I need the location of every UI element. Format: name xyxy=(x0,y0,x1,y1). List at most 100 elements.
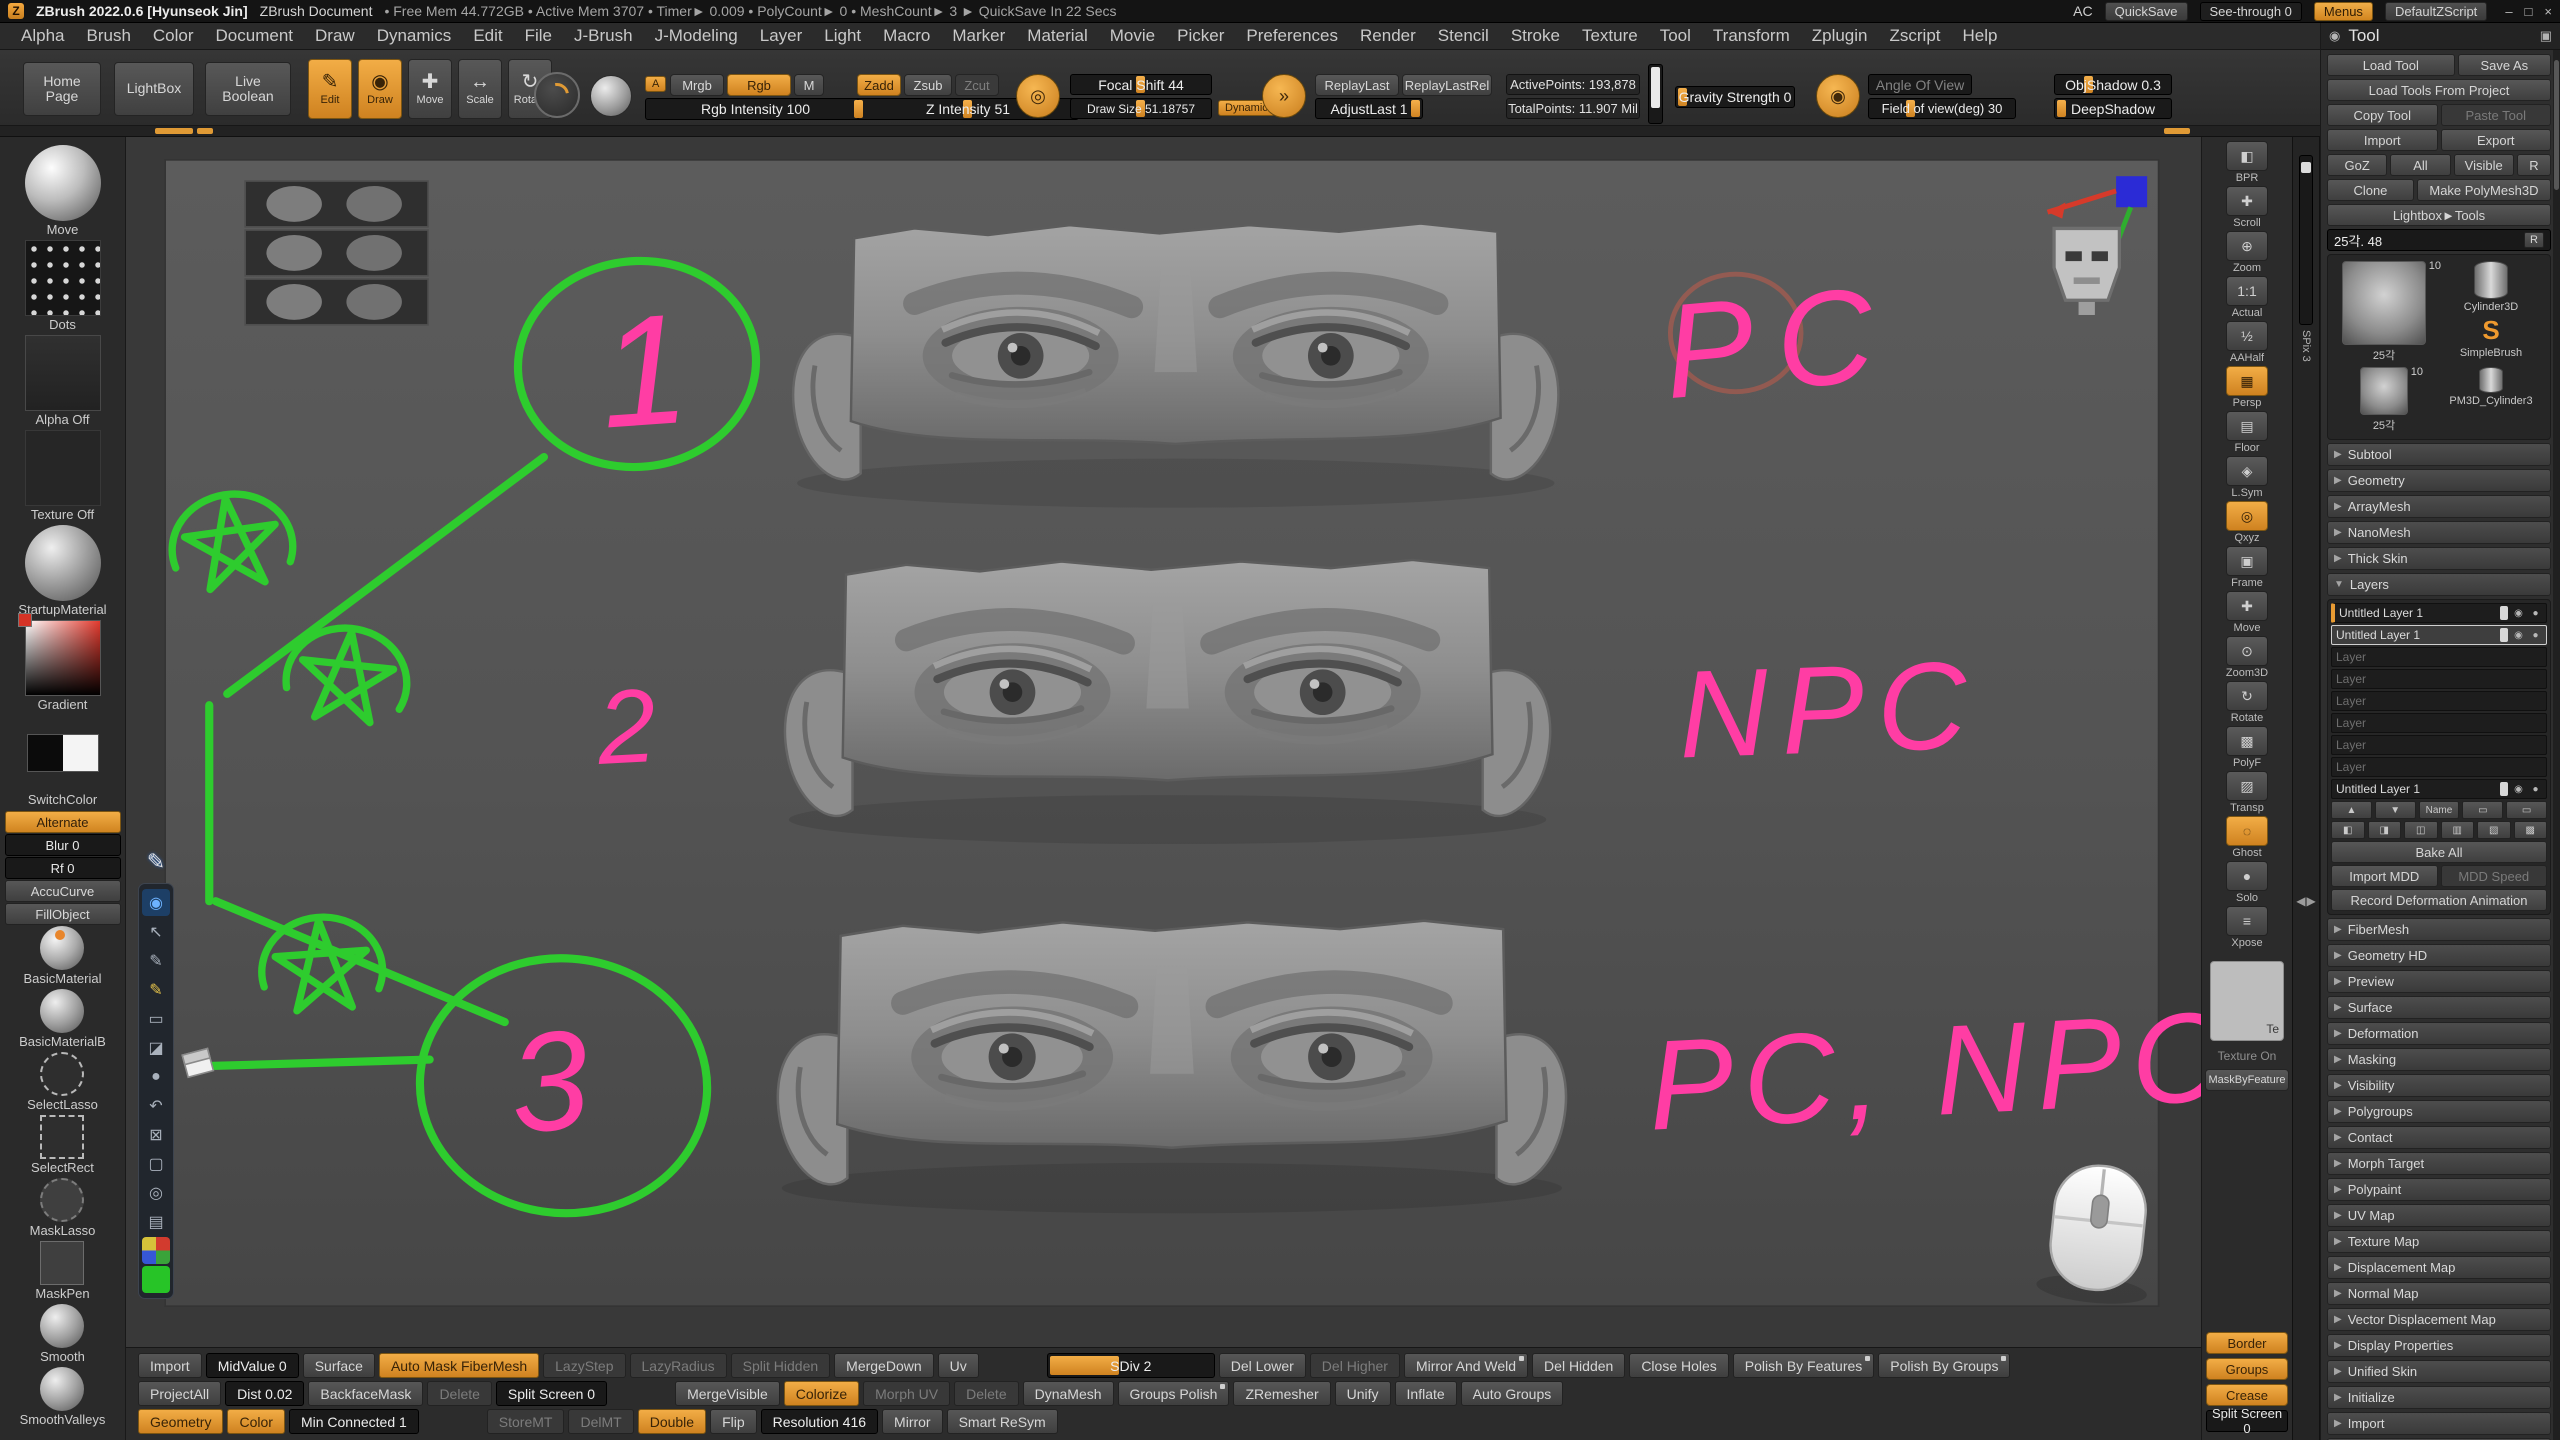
layer-row[interactable]: Layer ◉ ● xyxy=(2331,647,2547,667)
right-shelf-button[interactable]: 1:1 Actual xyxy=(2226,276,2268,319)
record-deformation-button[interactable]: Record Deformation Animation xyxy=(2331,889,2547,911)
m-button[interactable]: M xyxy=(794,74,824,96)
shelf-button[interactable]: Color xyxy=(227,1409,284,1434)
shelf-button[interactable]: Double xyxy=(638,1409,706,1434)
menu-item[interactable]: Material xyxy=(1016,26,1098,46)
maximize-button[interactable]: □ xyxy=(2525,4,2533,19)
shelf-button[interactable]: Mirror xyxy=(882,1409,943,1434)
right-shelf-button[interactable]: ▨ Transp xyxy=(2226,771,2268,814)
annotation-tool-icon[interactable]: ✎ xyxy=(142,976,170,1003)
right-shelf-button[interactable]: ▦ Persp xyxy=(2226,366,2268,409)
thumb-icon[interactable] xyxy=(40,1052,84,1096)
goz-all-button[interactable]: All xyxy=(2390,154,2450,176)
menu-item[interactable]: Brush xyxy=(75,26,141,46)
tray-button[interactable]: Border xyxy=(2206,1332,2288,1354)
layer-row[interactable]: Layer ◉ ● xyxy=(2331,757,2547,777)
right-shelf-button[interactable]: ✚ Move xyxy=(2226,591,2268,634)
tray-button[interactable]: Split Screen 0 xyxy=(2206,1410,2288,1432)
replay-last-button[interactable]: ReplayLast xyxy=(1315,74,1399,96)
copy-tool-button[interactable]: Copy Tool xyxy=(2327,104,2438,126)
annotation-tool-icon[interactable]: ◎ xyxy=(142,1179,170,1206)
tool-section-header[interactable]: ▶Thick Skin xyxy=(2327,547,2551,570)
left-shelf-item[interactable]: SelectRect xyxy=(19,1115,106,1175)
layer-record-icon[interactable]: ● xyxy=(2529,630,2542,641)
goz-visible-button[interactable]: Visible xyxy=(2454,154,2514,176)
minimize-button[interactable]: – xyxy=(2505,4,2512,19)
annotation-tool-icon[interactable] xyxy=(142,1266,170,1293)
layer-row[interactable]: Untitled Layer 1 ◉ ● xyxy=(2331,603,2547,623)
active-tool-slot[interactable]: 10 25각 xyxy=(2334,261,2434,363)
tray-button[interactable]: Crease xyxy=(2206,1384,2288,1406)
menu-item[interactable]: Alpha xyxy=(10,26,75,46)
right-shelf-button[interactable]: ⊕ Zoom xyxy=(2226,231,2268,274)
annotation-tool-icon[interactable]: ⊠ xyxy=(142,1121,170,1148)
rgb-intensity-slider[interactable]: Rgb Intensity 100 xyxy=(645,98,866,120)
current-tool-name-slider[interactable]: 25각. 48 R xyxy=(2327,229,2551,251)
shelf-button[interactable]: Close Holes xyxy=(1629,1353,1728,1378)
collapse-left-icon[interactable]: ◀ xyxy=(2296,894,2305,908)
menu-item[interactable]: Light xyxy=(813,26,872,46)
layer-control-button[interactable]: ◧ xyxy=(2331,821,2365,839)
menu-item[interactable]: Stroke xyxy=(1500,26,1571,46)
left-shelf-item[interactable]: BasicMaterial xyxy=(19,926,106,986)
layer-control-button[interactable]: ▼ xyxy=(2375,801,2416,819)
right-shelf-button[interactable]: ⊙ Zoom3D xyxy=(2226,636,2268,679)
tool-section-header[interactable]: ▶Visibility xyxy=(2327,1074,2551,1097)
left-shelf-control[interactable]: Alternate xyxy=(5,811,121,833)
shelf-button[interactable]: SDiv 2 xyxy=(1047,1353,1215,1378)
right-shelf-button[interactable]: ● Solo xyxy=(2226,861,2268,904)
layer-eye-icon[interactable]: ◉ xyxy=(2512,630,2525,641)
shelf-button[interactable]: MidValue 0 xyxy=(206,1353,299,1378)
shelf-button[interactable]: Geometry xyxy=(138,1409,223,1434)
left-shelf-item[interactable]: Smooth xyxy=(19,1304,106,1364)
thumb-icon[interactable] xyxy=(40,1178,84,1222)
document-canvas[interactable]: 1 PC 2 NPC 3 PC, NPC ✎ xyxy=(126,137,2201,1347)
tool-section-header[interactable]: ▶Normal Map xyxy=(2327,1282,2551,1305)
mrgb-button[interactable]: Mrgb xyxy=(670,74,724,96)
left-shelf-item[interactable]: SmoothValleys xyxy=(19,1367,106,1427)
shelf-button[interactable]: BackfaceMask xyxy=(308,1381,423,1406)
right-shelf-icon[interactable]: ▨ xyxy=(2226,771,2268,801)
right-shelf-icon[interactable]: ⊕ xyxy=(2226,231,2268,261)
layer-slider-handle[interactable] xyxy=(2500,606,2508,620)
shelf-button[interactable]: Min Connected 1 xyxy=(289,1409,419,1434)
shelf-button[interactable]: Del Higher xyxy=(1310,1353,1400,1378)
shelf-button[interactable]: Auto Mask FiberMesh xyxy=(379,1353,539,1378)
tool-r-button[interactable]: R xyxy=(2524,232,2544,248)
gravity-strength-slider[interactable]: Gravity Strength 0 xyxy=(1675,86,1795,108)
simplebrush-slot[interactable]: S SimpleBrush xyxy=(2438,315,2544,359)
see-through-slider[interactable]: See-through 0 xyxy=(2200,2,2302,21)
tool-section-header[interactable]: ▶Deformation xyxy=(2327,1022,2551,1045)
shelf-button[interactable]: Unify xyxy=(1335,1381,1391,1406)
close-button[interactable]: × xyxy=(2544,4,2552,19)
layer-eye-icon[interactable]: ◉ xyxy=(2512,784,2525,795)
menu-item[interactable]: Preferences xyxy=(1235,26,1349,46)
right-shelf-icon[interactable]: ▦ xyxy=(2226,366,2268,396)
left-shelf-item[interactable]: Dots xyxy=(18,240,106,332)
left-shelf-item[interactable]: MaskPen xyxy=(19,1241,106,1301)
shelf-button[interactable]: ZRemesher xyxy=(1233,1381,1330,1406)
left-shelf-control[interactable]: AccuCurve xyxy=(5,880,121,902)
right-shelf-icon[interactable]: ▤ xyxy=(2226,411,2268,441)
layer-control-button[interactable]: ◨ xyxy=(2368,821,2402,839)
adjust-last-slider[interactable]: AdjustLast 1 xyxy=(1315,98,1423,119)
shelf-button[interactable]: Auto Groups xyxy=(1461,1381,1564,1406)
shelf-button[interactable]: Inflate xyxy=(1395,1381,1457,1406)
lightbox-tools-button[interactable]: Lightbox►Tools xyxy=(2327,204,2551,226)
tool-section-header[interactable]: ▶Polypaint xyxy=(2327,1178,2551,1201)
tray-button[interactable]: Groups xyxy=(2206,1358,2288,1380)
shelf-button[interactable]: Split Hidden xyxy=(731,1353,831,1378)
shelf-button[interactable]: Delete xyxy=(954,1381,1018,1406)
shelf-button[interactable]: Flip xyxy=(710,1409,757,1434)
annotation-tool-icon[interactable]: ▢ xyxy=(142,1150,170,1177)
load-tool-button[interactable]: Load Tool xyxy=(2327,54,2455,76)
tool-section-header[interactable]: ▶Surface xyxy=(2327,996,2551,1019)
home-page-button[interactable]: Home Page xyxy=(23,62,101,116)
layer-control-button[interactable]: ▧ xyxy=(2477,821,2511,839)
menu-item[interactable]: Render xyxy=(1349,26,1427,46)
shelf-button[interactable]: LazyRadius xyxy=(630,1353,727,1378)
shelf-button[interactable]: Surface xyxy=(303,1353,375,1378)
stroke-preview-icon[interactable] xyxy=(534,72,580,118)
sculpt-meshes[interactable] xyxy=(778,224,1566,1214)
left-shelf-item[interactable]: BasicMaterialB xyxy=(19,989,106,1049)
